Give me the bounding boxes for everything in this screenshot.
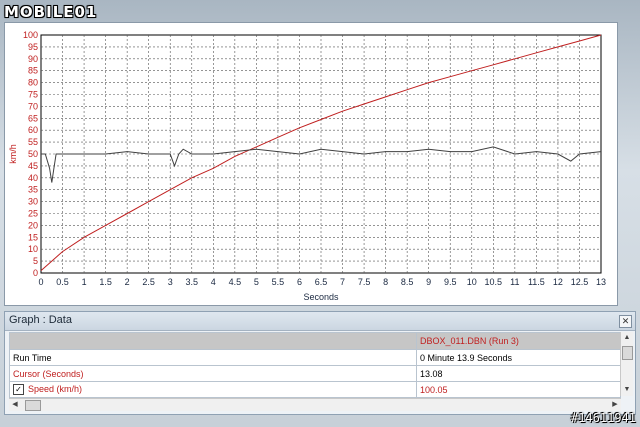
x-tick-label: 9 [426,277,431,287]
x-axis-label: Seconds [303,292,339,302]
y-tick-label: 65 [28,113,38,123]
table-row[interactable]: ✓ Speed (km/h) 100.05 [9,381,621,398]
y-tick-label: 55 [28,137,38,147]
y-tick-label: 25 [28,209,38,219]
row-value: 13.08 [416,365,621,382]
x-tick-label: 9.5 [444,277,457,287]
row-value: 0 Minute 13.9 Seconds [416,349,621,366]
x-tick-label: 7.5 [358,277,371,287]
data-panel-title: Graph : Data [9,314,72,326]
mobile01-logo: MOBILE01 [4,3,98,21]
y-tick-label: 85 [28,66,38,76]
vertical-scrollbar[interactable]: ▲ ▼ [620,332,633,396]
scroll-right-icon[interactable]: ▶ [609,399,621,411]
y-tick-label: 75 [28,90,38,100]
y-tick-label: 40 [28,173,38,183]
speed-checkbox[interactable]: ✓ [13,384,24,396]
header-file-cell: DBOX_011.DBN (Run 3) [416,332,621,350]
x-tick-label: 4.5 [229,277,242,287]
row-label: Cursor (Seconds) [9,365,417,382]
scroll-down-icon[interactable]: ▼ [621,384,633,396]
y-tick-label: 70 [28,101,38,111]
x-tick-label: 3 [168,277,173,287]
graph-window[interactable]: 0 0.5 1 1.5 2 2.5 3 3.5 4 4.5 5 5.5 6 6.5 7 7.5 8 8.5 9 9.5… [4,22,618,306]
x-tick-label: 8 [383,277,388,287]
speed-chart[interactable]: 0 0.5 1 1.5 2 2.5 3 3.5 4 4.5 5 5.5 6 6.5 7 7.5 8 8.5 9 9.5… [5,23,617,305]
x-tick-label: 12.5 [571,277,589,287]
horizontal-scrollbar[interactable]: ◀ ▶ [9,398,621,411]
row-label: Run Time [9,349,417,366]
row-label: Speed (km/h) [28,383,83,394]
row-label-cell: ✓ Speed (km/h) [9,381,417,398]
data-grid: DBOX_011.DBN (Run 3) Run Time 0 Minute 1… [9,332,621,398]
x-tick-label: 0 [38,277,43,287]
table-row[interactable]: Run Time 0 Minute 13.9 Seconds [9,349,621,366]
y-tick-label: 90 [28,54,38,64]
y-tick-label: 35 [28,185,38,195]
x-tick-labels: 0 0.5 1 1.5 2 2.5 3 3.5 4 4.5 5 5.5 6 6.5 7 7.5 8 8.5 9 9.5… [38,277,606,287]
x-tick-label: 3.5 [186,277,199,287]
row-value: 100.05 [416,381,621,398]
x-tick-label: 8.5 [401,277,414,287]
y-tick-labels: 0 5 10 15 2025 30 35 40 45 50 55 60 65 7075 80 85 90 95 10… [23,30,38,278]
vertical-scroll-thumb[interactable] [622,346,633,360]
horizontal-scroll-thumb[interactable] [25,400,41,411]
y-tick-label: 45 [28,161,38,171]
graph-data-panel: Graph : Data ✕ DBOX_011.DBN (Run 3) Run … [4,311,636,415]
scroll-up-icon[interactable]: ▲ [621,332,633,344]
x-tick-label: 5 [254,277,259,287]
y-tick-label: 0 [33,268,38,278]
y-tick-label: 5 [33,256,38,266]
scroll-left-icon[interactable]: ◀ [9,399,21,411]
y-tick-label: 80 [28,78,38,88]
x-tick-label: 6.5 [315,277,328,287]
close-icon[interactable]: ✕ [619,315,632,328]
x-tick-label: 11 [510,277,519,287]
y-tick-label: 95 [28,42,38,52]
data-grid-header: DBOX_011.DBN (Run 3) [9,332,621,350]
x-tick-label: 13 [596,277,606,287]
watermark-text: #14611941 [570,411,636,425]
x-tick-label: 6 [297,277,302,287]
y-tick-label: 20 [28,220,38,230]
y-tick-label: 10 [28,244,38,254]
y-tick-label: 60 [28,125,38,135]
x-tick-label: 12 [553,277,563,287]
x-tick-label: 2 [125,277,130,287]
y-tick-label: 100 [23,30,38,40]
header-label-cell [9,332,417,350]
x-tick-label: 10.5 [485,277,503,287]
x-tick-label: 11.5 [528,277,545,287]
y-tick-label: 15 [28,232,38,242]
y-tick-label: 50 [28,149,38,159]
x-tick-label: 1 [82,277,87,287]
x-tick-label: 0.5 [56,277,69,287]
x-tick-label: 10 [467,277,477,287]
x-tick-label: 2.5 [142,277,155,287]
y-axis-label: km/h [8,144,18,164]
data-panel-titlebar: Graph : Data ✕ [5,312,635,331]
x-tick-label: 4 [211,277,216,287]
y-tick-label: 30 [28,197,38,207]
x-tick-label: 1.5 [99,277,112,287]
x-tick-label: 7 [340,277,345,287]
table-row[interactable]: Cursor (Seconds) 13.08 [9,365,621,382]
x-tick-label: 5.5 [272,277,285,287]
